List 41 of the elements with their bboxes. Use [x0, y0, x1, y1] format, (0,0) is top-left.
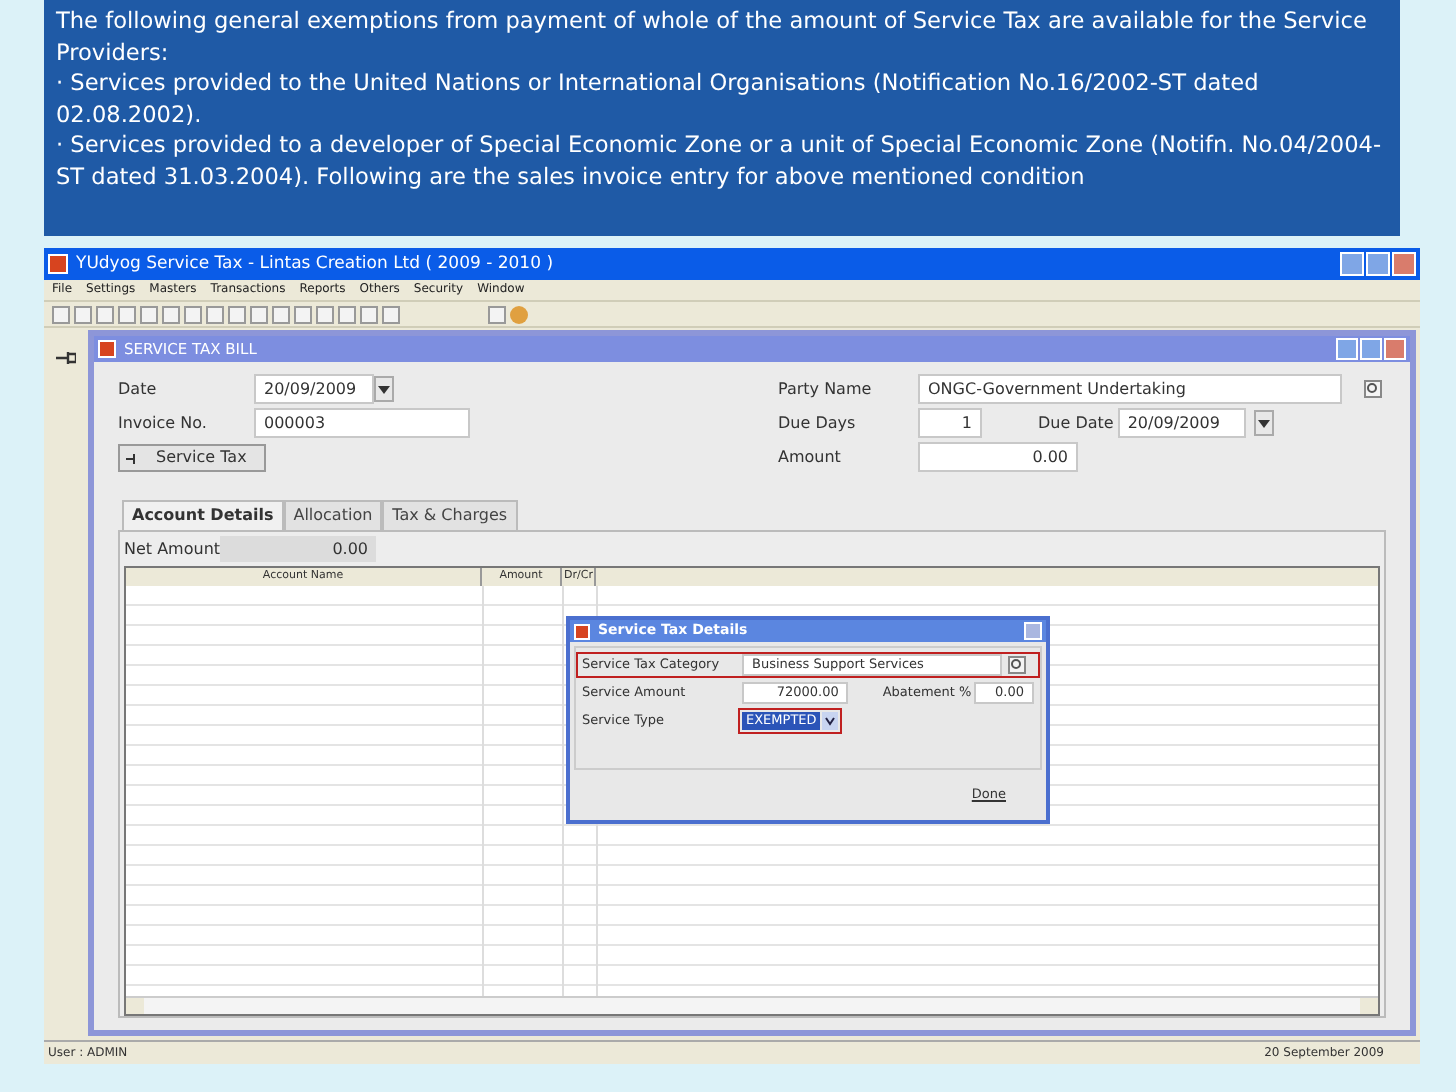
field-label: Amount [778, 445, 843, 469]
window-title: YUdyog Service Tax - Lintas Creation Ltd ( 2009 - 2010 ) [76, 251, 556, 277]
dropdown-button[interactable] [374, 376, 394, 402]
close-button[interactable] [1384, 338, 1406, 360]
note-text: · Services provided to the United Nations or International Organisations (Notification No.16/2002-ST dated 02.08.2002). [56, 68, 1261, 131]
lookup-icon[interactable] [1008, 656, 1026, 674]
field-label: Invoice No. [118, 411, 209, 435]
app-icon [98, 340, 116, 358]
app-icon [48, 254, 68, 274]
dropdown-button[interactable] [1253, 410, 1274, 436]
caret-icon [1257, 419, 1270, 427]
caret-icon [378, 385, 390, 393]
party-name-field[interactable]: ONGC-Government Undertaking [918, 374, 1342, 404]
date-field[interactable]: 20/09/2009 [254, 374, 374, 404]
service-tax-button[interactable]: Service Tax [118, 444, 266, 472]
close-button[interactable] [1024, 622, 1042, 640]
field-label: Due Days [778, 411, 858, 435]
net-amount-field: 0.00 [220, 536, 376, 562]
field-label: Due Date [1038, 411, 1114, 435]
minimize-button[interactable] [1336, 338, 1358, 360]
pin-icon [126, 453, 140, 463]
amount-field[interactable]: 0.00 [918, 442, 1078, 472]
field-label: Party Name [778, 377, 874, 401]
due-days-field[interactable]: 1 [918, 408, 982, 438]
field-label: Date [118, 377, 159, 401]
note-text: The following general exemptions from payment of whole of the amount of Service Tax are available for the Service Providers: [56, 6, 1369, 69]
tab[interactable]: Allocation [283, 500, 383, 530]
lookup-icon[interactable] [1364, 380, 1382, 398]
app-icon [574, 623, 590, 639]
pin-icon[interactable] [56, 352, 76, 364]
close-button[interactable] [1392, 252, 1416, 276]
note-text: · Services provided to a developer of Special Economic Zone or a unit of Special Economic Zone (Notifn. No.04/2004-ST dated 31.03.2004). Following are the sales invoice entry for above mentioned condition [56, 130, 1384, 194]
invoice-field[interactable]: 000003 [254, 408, 470, 438]
caret-icon [822, 712, 839, 730]
tab[interactable]: Account Details [122, 500, 284, 530]
maximize-button[interactable] [1360, 338, 1382, 360]
field-label: Net Amount [124, 537, 220, 561]
due-date-field[interactable]: 20/09/2009 [1117, 408, 1246, 438]
maximize-button[interactable] [1366, 252, 1390, 276]
tab[interactable]: Tax & Charges [382, 500, 518, 530]
minimize-button[interactable] [1340, 252, 1364, 276]
